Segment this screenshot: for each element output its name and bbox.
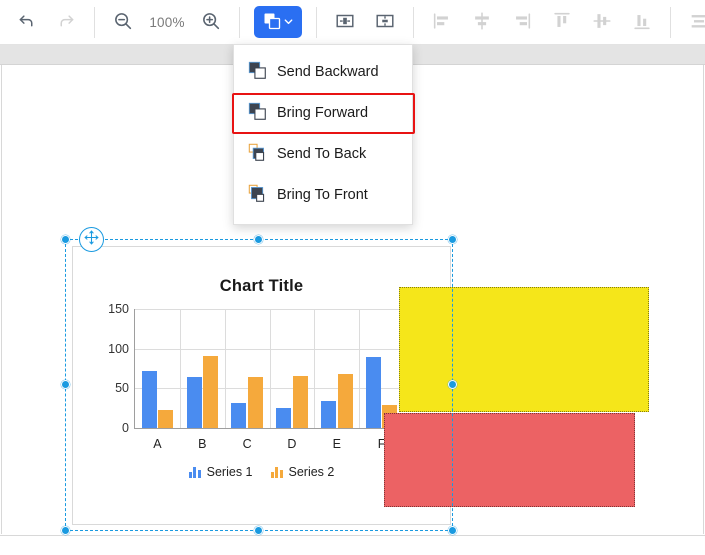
menu-item-label: Send Backward [277, 64, 379, 81]
toolbar-group-arrange [242, 0, 314, 45]
align-left-icon [431, 10, 453, 35]
gridline-vertical [269, 309, 271, 428]
arrange-button[interactable] [254, 6, 302, 38]
menu-item-label: Send To Back [277, 146, 367, 163]
toolbar-group-grouping [319, 0, 411, 45]
zoom-in-icon [200, 10, 222, 35]
zoom-level-label[interactable]: 100% [143, 15, 191, 30]
chart-bar[interactable] [186, 377, 202, 428]
yellow-rectangle[interactable] [399, 287, 649, 412]
move-arrows-icon [83, 229, 100, 251]
ungroup-icon [374, 10, 396, 35]
legend-bar-icon [188, 466, 201, 478]
chart-bar[interactable] [247, 377, 263, 428]
toolbar-group-history [0, 0, 92, 45]
y-axis-tick-label: 100 [108, 341, 129, 356]
chart-bar[interactable] [203, 355, 218, 428]
legend-item[interactable]: Series 1 [188, 465, 253, 479]
red-rectangle[interactable] [384, 413, 635, 507]
y-axis-tick-label: 150 [108, 302, 129, 316]
align-center-horizontal-icon [471, 10, 493, 35]
toolbar-separator [239, 6, 240, 38]
chart-bar[interactable] [141, 370, 157, 428]
x-axis-tick-label: B [198, 437, 207, 451]
align-left-button[interactable] [425, 5, 459, 39]
toolbar-separator [316, 6, 317, 38]
chevron-down-icon [283, 15, 294, 30]
chart-bar[interactable] [321, 401, 336, 428]
menu-item-label: Bring Forward [277, 105, 369, 122]
menu-item-bring-forward[interactable]: Bring Forward [232, 93, 415, 134]
toolbar-separator [670, 6, 671, 38]
send-backward-icon [248, 61, 267, 84]
group-button[interactable] [328, 5, 362, 39]
toolbar: 100% [0, 0, 705, 45]
align-bottom-button[interactable] [625, 5, 659, 39]
chart-bar[interactable] [276, 408, 292, 428]
y-axis-tick-label: 0 [122, 421, 129, 435]
chart-bar[interactable] [231, 403, 247, 428]
editor-window: 100% Chart Title 0 50 100 150 A B C D E … [0, 0, 705, 555]
redo-button[interactable] [49, 5, 83, 39]
chart-plot-area: 0 50 100 150 A B C D E F [108, 302, 404, 451]
toolbar-group-zoom: 100% [97, 0, 237, 45]
x-axis-tick-label: D [287, 437, 297, 451]
toolbar-group-align [416, 0, 668, 45]
undo-button[interactable] [9, 5, 43, 39]
legend-bar-icon [270, 466, 283, 478]
legend-label: Series 2 [288, 465, 335, 479]
legend-item[interactable]: Series 2 [270, 465, 335, 479]
align-top-icon [551, 10, 573, 35]
move-handle[interactable] [79, 227, 104, 252]
x-axis-tick-label: C [242, 437, 252, 451]
zoom-out-icon [112, 10, 134, 35]
bring-to-front-icon [248, 184, 267, 207]
arrange-icon [262, 11, 282, 34]
align-right-icon [511, 10, 533, 35]
zoom-out-button[interactable] [106, 5, 140, 39]
align-middle-vertical-icon [591, 10, 613, 35]
page-bottom-band [0, 535, 705, 555]
toolbar-separator [94, 6, 95, 38]
align-middle-button[interactable] [585, 5, 619, 39]
gridline-vertical [359, 309, 361, 428]
align-center-button[interactable] [465, 5, 499, 39]
toolbar-separator [413, 6, 414, 38]
distribute-vertical-icon [688, 10, 705, 35]
y-axis-tick-label: 50 [115, 381, 129, 396]
gridline-vertical [314, 309, 316, 428]
menu-item-send-backward[interactable]: Send Backward [234, 52, 412, 93]
group-icon [334, 10, 356, 35]
send-to-back-icon [248, 143, 267, 166]
chart-bar[interactable] [337, 374, 353, 428]
x-axis-tick-label: E [332, 437, 341, 451]
align-top-button[interactable] [545, 5, 579, 39]
chart-bar[interactable] [158, 409, 174, 428]
legend-label: Series 1 [206, 465, 253, 479]
align-right-button[interactable] [505, 5, 539, 39]
menu-item-send-to-back[interactable]: Send To Back [234, 134, 412, 175]
x-axis-tick-label: A [153, 437, 162, 451]
redo-icon [56, 10, 77, 34]
zoom-in-button[interactable] [194, 5, 228, 39]
ungroup-button[interactable] [368, 5, 402, 39]
arrange-dropdown-menu[interactable]: Send Backward Bring Forward Send To Back [232, 44, 415, 225]
menu-item-label: Bring To Front [277, 187, 368, 204]
distribute-vertical-button[interactable] [682, 5, 705, 39]
align-bottom-icon [631, 10, 653, 35]
chart-bar[interactable] [365, 356, 381, 428]
gridline-vertical [179, 309, 181, 428]
gridline-vertical [224, 309, 226, 428]
chart-title: Chart Title [219, 277, 304, 295]
undo-icon [16, 10, 37, 34]
chart-bar[interactable] [292, 376, 308, 428]
bring-forward-icon [248, 102, 267, 125]
menu-item-bring-to-front[interactable]: Bring To Front [234, 175, 412, 216]
toolbar-group-distribute [673, 0, 705, 45]
